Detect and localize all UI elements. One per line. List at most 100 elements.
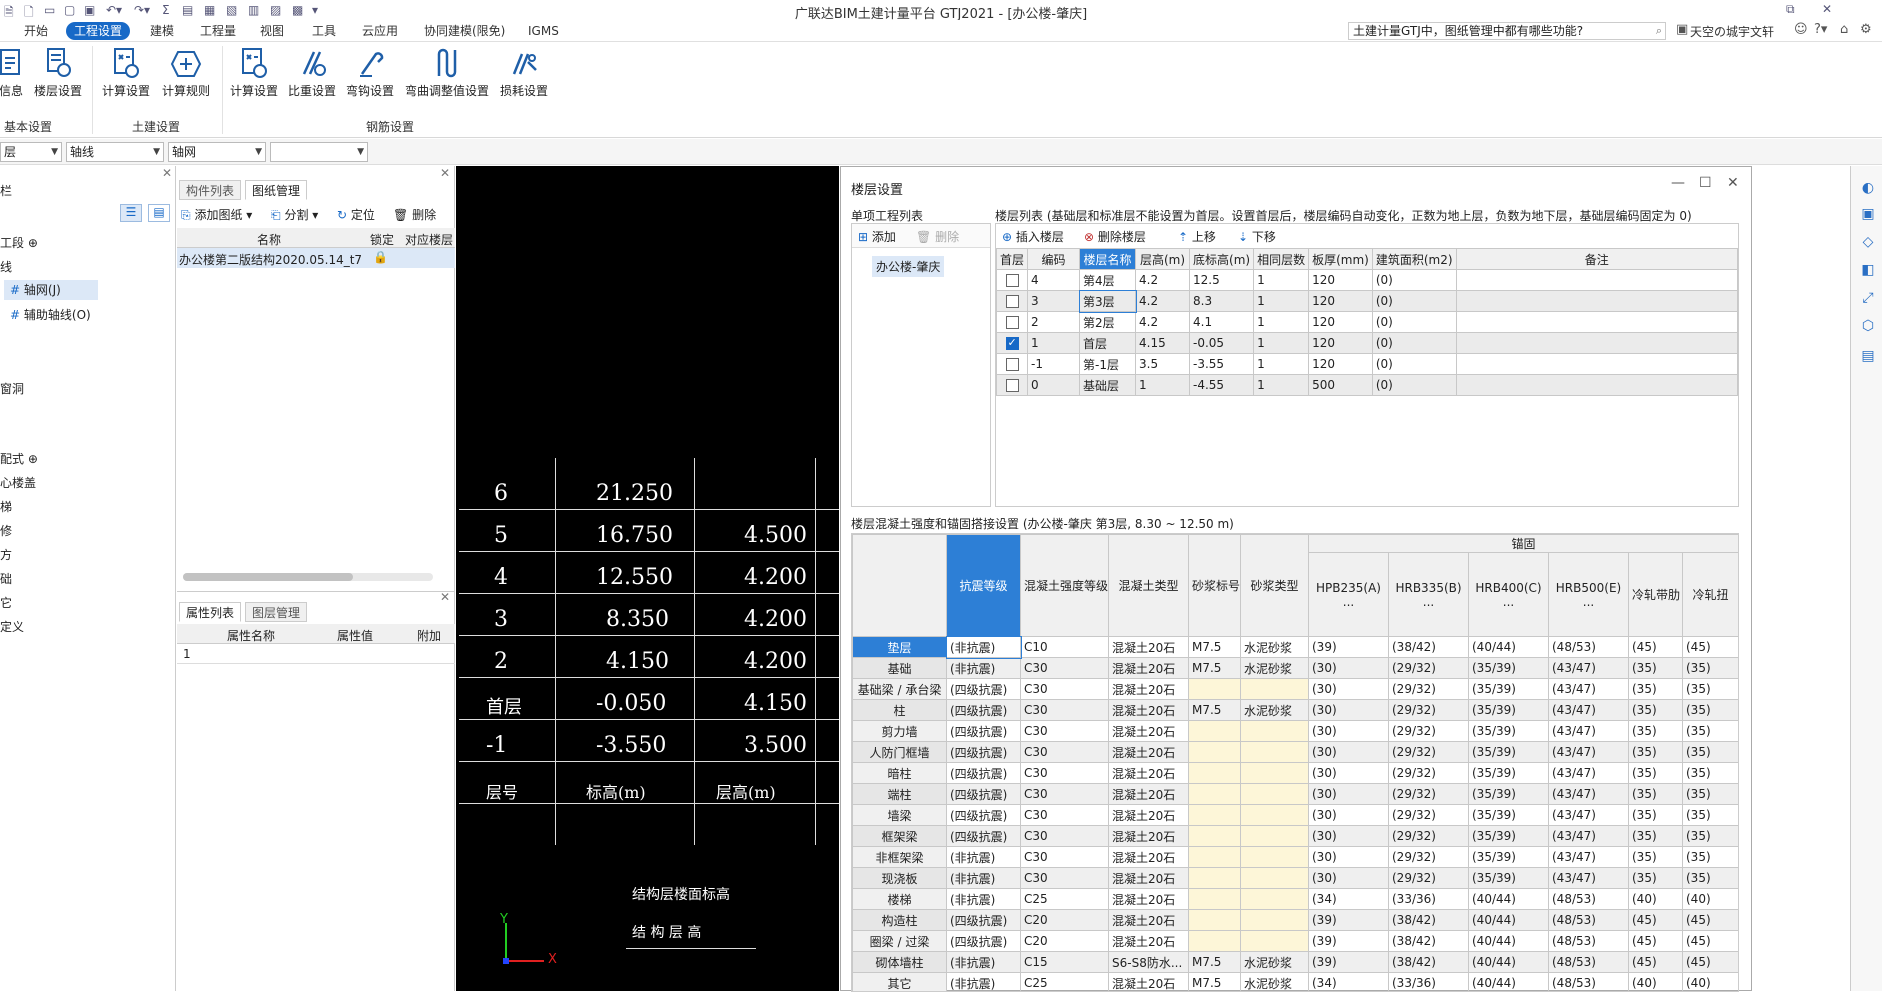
calc-rules-button[interactable]: 计算规则	[158, 46, 214, 99]
close-icon[interactable]: ✕	[162, 166, 172, 180]
cell-a[interactable]: (34)	[1309, 973, 1389, 992]
cell-lz[interactable]: (35)	[1629, 784, 1683, 805]
cell-mortar[interactable]	[1189, 679, 1241, 700]
fit-view-icon[interactable]: ⤢	[1859, 290, 1877, 308]
cell-mortar[interactable]: M7.5	[1189, 973, 1241, 992]
cell-b[interactable]: (33/36)	[1389, 973, 1469, 992]
cell-grade[interactable]: C30	[1021, 805, 1109, 826]
menu-quantity[interactable]: 工程量	[192, 22, 244, 40]
cell-height[interactable]: 4.2	[1136, 270, 1190, 291]
table-row[interactable]: -1第-1层3.5-3.551120(0)	[997, 354, 1738, 375]
cell-bottom[interactable]: 8.3	[1190, 291, 1254, 312]
cell-area[interactable]: (0)	[1372, 333, 1456, 354]
maximize-icon[interactable]: ☐	[1699, 175, 1712, 191]
cell-grade[interactable]: C25	[1021, 889, 1109, 910]
locate-button[interactable]: ↻ 定位	[337, 206, 375, 223]
cell-mortar[interactable]: M7.5	[1189, 952, 1241, 973]
first-floor-checkbox[interactable]	[1006, 337, 1019, 350]
cell-b[interactable]: (29/32)	[1389, 805, 1469, 826]
cell-type[interactable]: 混凝土20石	[1109, 910, 1189, 931]
cell-area[interactable]: (0)	[1372, 312, 1456, 333]
cell-bottom[interactable]: 4.1	[1190, 312, 1254, 333]
cell-grade[interactable]: C30	[1021, 826, 1109, 847]
cell-grade[interactable]: C25	[1021, 973, 1109, 992]
cell-area[interactable]: (0)	[1372, 291, 1456, 312]
cell-lz[interactable]: (45)	[1629, 637, 1683, 658]
cell-c[interactable]: (35/39)	[1469, 847, 1549, 868]
cell-same[interactable]: 1	[1254, 333, 1309, 354]
table-row[interactable]: 4第4层4.212.51120(0)	[997, 270, 1738, 291]
cell-mortar[interactable]	[1189, 868, 1241, 889]
floor-combo[interactable]: 层▼	[0, 142, 62, 162]
cell-c[interactable]: (35/39)	[1469, 721, 1549, 742]
table-row[interactable]: 框架梁(四级抗震)C30混凝土20石(30)(29/32)(35/39)(43/…	[853, 826, 1739, 847]
project-item[interactable]: 办公楼-肇庆	[872, 256, 944, 277]
cell-lz[interactable]: (35)	[1629, 721, 1683, 742]
close-icon[interactable]: ✕	[440, 166, 450, 180]
cell-bottom[interactable]: -3.55	[1190, 354, 1254, 375]
cell-b[interactable]: (38/42)	[1389, 637, 1469, 658]
delete-project-button[interactable]: 🗑 删除	[916, 228, 959, 245]
cell-name[interactable]: 第3层	[1080, 291, 1136, 312]
cell-note[interactable]	[1456, 270, 1737, 291]
cell-seismic[interactable]: (非抗震)	[947, 658, 1021, 679]
cell-lzn[interactable]: (35)	[1683, 826, 1739, 847]
move-up-button[interactable]: ⇡ 上移	[1178, 228, 1216, 245]
cell-c[interactable]: (35/39)	[1469, 805, 1549, 826]
cell-slab[interactable]: 120	[1309, 333, 1373, 354]
cell-a[interactable]: (30)	[1309, 658, 1389, 679]
cell-type[interactable]: 混凝土20石	[1109, 742, 1189, 763]
cell-seismic[interactable]: (非抗震)	[947, 889, 1021, 910]
cell-c[interactable]: (40/44)	[1469, 931, 1549, 952]
nav-item[interactable]: 线	[0, 258, 12, 275]
cell-mtype[interactable]	[1241, 805, 1309, 826]
cell-name[interactable]: 第-1层	[1080, 354, 1136, 375]
cell-lzn[interactable]: (35)	[1683, 805, 1739, 826]
cell-e[interactable]: (48/53)	[1549, 889, 1629, 910]
tab-drawing-management[interactable]: 图纸管理	[245, 180, 307, 200]
cell-a[interactable]: (30)	[1309, 679, 1389, 700]
cell-a[interactable]: (30)	[1309, 805, 1389, 826]
nav-item-aux-axis[interactable]: # 辅助轴线(O)	[10, 306, 91, 323]
cell-lz[interactable]: (35)	[1629, 658, 1683, 679]
cell-lz[interactable]: (35)	[1629, 868, 1683, 889]
cell-code[interactable]: 2	[1028, 312, 1080, 333]
cell-code[interactable]: 1	[1028, 333, 1080, 354]
cell-mortar[interactable]: M7.5	[1189, 637, 1241, 658]
cell-name[interactable]: 基础层	[1080, 375, 1136, 396]
cell-a[interactable]: (30)	[1309, 784, 1389, 805]
first-floor-checkbox[interactable]	[1006, 274, 1019, 287]
cell-type[interactable]: 混凝土20石	[1109, 721, 1189, 742]
cell-code[interactable]: 0	[1028, 375, 1080, 396]
lock-icon[interactable]: 🔒	[373, 250, 388, 264]
component-type-combo[interactable]: 轴网▼	[168, 142, 266, 162]
menu-cloud[interactable]: 云应用	[354, 22, 406, 40]
cell-seismic[interactable]: (四级抗震)	[947, 700, 1021, 721]
cell-lzn[interactable]: (35)	[1683, 700, 1739, 721]
cell-seismic[interactable]: (四级抗震)	[947, 763, 1021, 784]
rebar-calc-settings-button[interactable]: 计算设置	[226, 46, 282, 99]
add-project-button[interactable]: ⊞ 添加	[858, 228, 896, 245]
cell-e[interactable]: (48/53)	[1549, 952, 1629, 973]
first-floor-checkbox[interactable]	[1006, 379, 1019, 392]
cell-lzn[interactable]: (45)	[1683, 931, 1739, 952]
first-floor-checkbox[interactable]	[1006, 316, 1019, 329]
nav-item[interactable]: 方	[0, 546, 12, 563]
rotate-view-icon[interactable]: ◐	[1859, 180, 1877, 198]
nav-item[interactable]: 工段 ⊕	[0, 234, 38, 251]
move-down-button[interactable]: ⇣ 下移	[1238, 228, 1276, 245]
cell-type[interactable]: 混凝土20石	[1109, 637, 1189, 658]
search-icon[interactable]: ⌕	[1656, 23, 1662, 39]
cell-c[interactable]: (40/44)	[1469, 952, 1549, 973]
cell-seismic[interactable]: (非抗震)	[947, 847, 1021, 868]
cell-b[interactable]: (29/32)	[1389, 721, 1469, 742]
cell-c[interactable]: (40/44)	[1469, 973, 1549, 992]
cell-e[interactable]: (48/53)	[1549, 931, 1629, 952]
table-row[interactable]: 1首层4.15-0.051120(0)	[997, 333, 1738, 354]
table-row[interactable]: 现浇板(非抗震)C30混凝土20石(30)(29/32)(35/39)(43/4…	[853, 868, 1739, 889]
cell-c[interactable]: (40/44)	[1469, 910, 1549, 931]
cell-slab[interactable]: 120	[1309, 291, 1373, 312]
cell-lz[interactable]: (40)	[1629, 889, 1683, 910]
cell-bottom[interactable]: 12.5	[1190, 270, 1254, 291]
cell-code[interactable]: -1	[1028, 354, 1080, 375]
